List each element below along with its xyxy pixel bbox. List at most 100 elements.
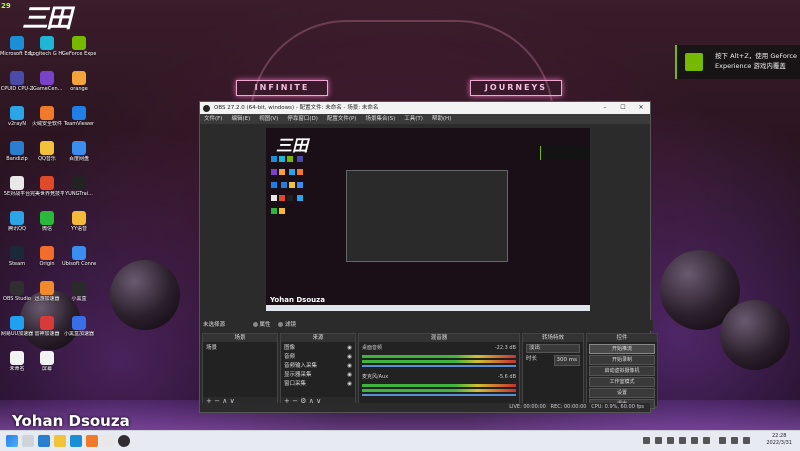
desktop-icon-label: OBS Studio (3, 296, 31, 302)
desktop-icon[interactable]: Logitech G HUB (30, 36, 64, 57)
desktop-icon[interactable]: Ubisoft Connect (62, 246, 96, 267)
volume-icon[interactable] (731, 437, 738, 444)
app-icon (10, 141, 24, 155)
app-icon (40, 211, 54, 225)
desktop-icon-label: Steam (8, 261, 26, 267)
desktop-icon[interactable]: OBS Studio (0, 281, 34, 302)
desktop-icon[interactable]: 迅游加速器 (30, 281, 64, 302)
desktop-icon[interactable]: 5E对战平台 (0, 176, 34, 197)
desktop-icon-label: TeamViewer (63, 121, 95, 127)
properties-gear-icon[interactable] (252, 322, 258, 327)
cpu-fps-status: CPU: 0.9%, 60.00 fps (591, 404, 644, 410)
duration-input[interactable]: 300 ms (553, 355, 580, 366)
app-icon (10, 351, 24, 365)
visibility-eye-icon[interactable]: ◉ (347, 380, 352, 389)
desktop-icon[interactable]: 百度网盘 (62, 141, 96, 162)
task-view-icon[interactable] (38, 435, 50, 447)
desktop-icon[interactable]: Origin (30, 246, 64, 267)
desktop-icon[interactable]: GeForce Experience (62, 36, 96, 57)
desktop-icon[interactable]: TeamViewer (62, 106, 96, 127)
network-icon[interactable] (719, 437, 726, 444)
desktop-icon[interactable]: YY语音 (62, 211, 96, 232)
desktop-icon[interactable]: orange (62, 71, 96, 92)
edge-taskbar-icon[interactable] (70, 435, 82, 447)
menu-item[interactable]: 视图(V) (259, 114, 278, 124)
desktop-icon[interactable]: 网易UU加速器 (0, 316, 34, 337)
filters-button[interactable]: 滤镜 (285, 322, 296, 328)
control-button[interactable]: 开始推流 (589, 344, 655, 354)
volume-slider[interactable] (362, 394, 516, 396)
control-button[interactable]: 开始录制 (589, 355, 655, 365)
tray-app-icon[interactable] (679, 437, 686, 444)
visibility-eye-icon[interactable]: ◉ (347, 371, 352, 380)
source-item[interactable]: 显示器采集 ◉ (284, 371, 352, 380)
desktop-icon[interactable]: 完美世界竞技平台 (30, 176, 64, 197)
volume-meter (362, 360, 516, 363)
close-button[interactable]: ✕ (632, 102, 650, 114)
desktop-icon[interactable]: iGameCen... (30, 71, 64, 92)
obs-taskbar-icon[interactable] (118, 435, 130, 447)
desktop-icon[interactable]: 微信 (30, 211, 64, 232)
source-item-label: 音频 (284, 354, 296, 360)
tray-chevron-icon[interactable] (643, 437, 650, 444)
search-icon[interactable] (22, 435, 34, 447)
minimize-button[interactable]: – (596, 102, 614, 114)
visibility-eye-icon[interactable]: ◉ (347, 353, 352, 362)
desktop-icon[interactable]: 小黑盒加速器 (62, 316, 96, 337)
filters-icon[interactable] (278, 322, 284, 327)
volume-slider[interactable] (362, 365, 516, 367)
desktop-icon-label: GeForce Experience (62, 51, 96, 57)
app-taskbar-icon[interactable] (102, 435, 114, 447)
desktop-icon[interactable]: CPUID CPU-Z (0, 71, 34, 92)
menu-item[interactable]: 停靠窗口(D) (287, 114, 318, 124)
obs-preview[interactable]: 三田 Yohan Dsouza (266, 128, 590, 311)
mixer-channel-db: -22.3 dB (494, 345, 516, 351)
menu-item[interactable]: 场景集合(S) (365, 114, 395, 124)
properties-button[interactable]: 属性 (260, 322, 271, 328)
tray-app-icon[interactable] (655, 437, 662, 444)
tray-app-icon[interactable] (667, 437, 674, 444)
source-item[interactable]: 音频输入采集 ◉ (284, 362, 352, 371)
visibility-eye-icon[interactable]: ◉ (347, 344, 352, 353)
source-item[interactable]: 窗口采集 ◉ (284, 380, 352, 389)
desktop-icon-label: Microsoft Edge (0, 51, 34, 57)
file-explorer-icon[interactable] (54, 435, 66, 447)
browser-taskbar-icon[interactable] (86, 435, 98, 447)
desktop-icon[interactable]: Bandizip (0, 141, 34, 162)
desktop-icon[interactable]: v2rayN (0, 106, 34, 127)
desktop-icon[interactable]: YUNGTrai... (62, 176, 96, 197)
desktop-icon[interactable]: 小黑盒 (62, 281, 96, 302)
desktop-icon[interactable]: 未命名 (0, 351, 34, 372)
maximize-button[interactable]: ☐ (614, 102, 632, 114)
desktop-icon[interactable]: QQ音乐 (30, 141, 64, 162)
start-menu-icon[interactable] (6, 435, 18, 447)
menu-item[interactable]: 配置文件(P) (327, 114, 357, 124)
control-button[interactable]: 启动虚拟摄像机 (589, 366, 655, 376)
app-icon (72, 141, 86, 155)
desktop-icon[interactable]: Microsoft Edge (0, 36, 34, 57)
taskbar-clock[interactable]: 22:28 2022/3/31 (766, 433, 792, 447)
tray-app-icon[interactable] (691, 437, 698, 444)
menu-item[interactable]: 工具(T) (404, 114, 423, 124)
obs-app-icon (203, 105, 210, 112)
menu-item[interactable]: 文件(F) (204, 114, 222, 124)
desktop-icon[interactable]: 屏幕 (30, 351, 64, 372)
obs-window[interactable]: OBS 27.2.0 (64-bit, windows) - 配置文件: 未命名… (199, 101, 658, 413)
ime-icon[interactable] (743, 437, 750, 444)
source-item[interactable]: 音频 ◉ (284, 353, 352, 362)
control-button[interactable]: 设置 (589, 388, 655, 398)
desktop-icon[interactable]: 腾讯QQ (0, 211, 34, 232)
desktop-icon[interactable]: 火绒安全软件 (30, 106, 64, 127)
desktop-icon[interactable]: Steam (0, 246, 34, 267)
source-item[interactable]: 图像 ◉ (284, 344, 352, 353)
menu-item[interactable]: 帮助(H) (432, 114, 451, 124)
obs-titlebar[interactable]: OBS 27.2.0 (64-bit, windows) - 配置文件: 未命名… (200, 102, 650, 114)
visibility-eye-icon[interactable]: ◉ (347, 362, 352, 371)
mixer-channel-db: -5.6 dB (498, 374, 516, 380)
transition-select[interactable]: 淡出 (526, 344, 580, 353)
desktop-icon[interactable]: 雷神加速器 (30, 316, 64, 337)
tray-app-icon[interactable] (703, 437, 710, 444)
menu-item[interactable]: 编辑(E) (231, 114, 250, 124)
scene-item[interactable]: 场景 (206, 344, 274, 353)
control-button[interactable]: 工作室模式 (589, 377, 655, 387)
